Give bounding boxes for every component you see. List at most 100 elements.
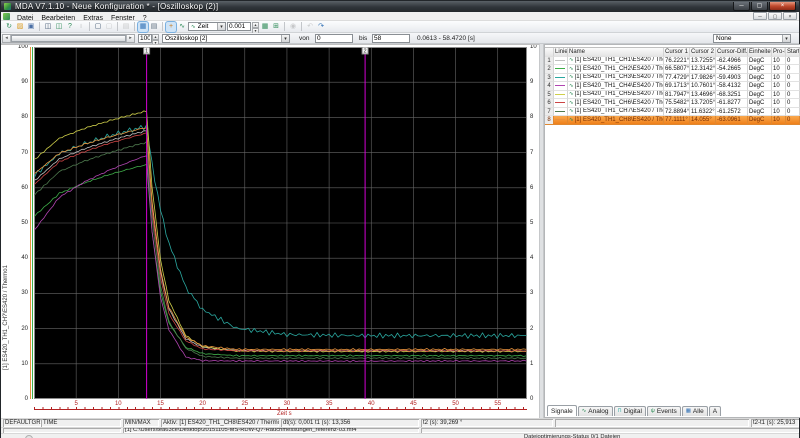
- line-style-cell[interactable]: [554, 57, 568, 66]
- zoom-spinner[interactable]: ▴▾: [152, 34, 159, 43]
- x-axis-combo[interactable]: ∿ Zeit ▾: [188, 22, 226, 31]
- line-style-cell[interactable]: [554, 116, 568, 125]
- table-row[interactable]: 6∿[1] ES420_TH1_CH6\ES420 / Thermo175.54…: [545, 99, 800, 108]
- scroll-right-icon[interactable]: ▸: [126, 35, 134, 42]
- line-color-sample: [555, 94, 565, 95]
- line-style-cell[interactable]: [554, 65, 568, 74]
- tab-signale[interactable]: Signale: [547, 405, 577, 416]
- column-header[interactable]: Startwert: [786, 48, 800, 57]
- bis-input[interactable]: [372, 34, 410, 43]
- unit-value: DegC: [748, 99, 772, 108]
- dropdown-arrow-icon[interactable]: ▾: [281, 35, 289, 42]
- signal-tabs: Signale∿Analog⊓DigitalψEvents▦AlleA: [547, 405, 721, 416]
- minimize-button[interactable]: ─: [733, 2, 750, 11]
- tab-analog[interactable]: ∿Analog: [578, 406, 613, 416]
- column-header[interactable]: Linie: [554, 48, 568, 57]
- tab-events[interactable]: ψEvents: [647, 406, 681, 416]
- signal-name-cell[interactable]: ∿[1] ES420_TH1_CH4\ES420 / Thermo1: [568, 82, 664, 91]
- column-header[interactable]: Pro-Div: [772, 48, 786, 57]
- snapshot-icon: ◉: [288, 22, 298, 32]
- x-tick: 40: [364, 401, 378, 407]
- step-spinner[interactable]: ▴▾: [252, 22, 259, 31]
- signal-name: [1] ES420_TH1_CH6\ES420 / Thermo1: [575, 99, 664, 107]
- line-style-cell[interactable]: [554, 91, 568, 100]
- column-header[interactable]: Name: [568, 48, 664, 57]
- oscilloscope-plot[interactable]: 12: [34, 47, 527, 399]
- step-input[interactable]: [227, 22, 251, 31]
- menu-item-fenster[interactable]: Fenster: [107, 15, 139, 22]
- menu-bar: DateiBearbeitenExtrasFenster? ─▢×: [1, 12, 799, 21]
- redo-icon[interactable]: ↷: [316, 22, 326, 32]
- column-header[interactable]: Cursor 2: [690, 48, 716, 57]
- zoom-input[interactable]: [138, 34, 152, 43]
- signal-name-cell[interactable]: ∿[1] ES420_TH1_CH3\ES420 / Thermo1: [568, 74, 664, 83]
- signal-name-cell[interactable]: ∿[1] ES420_TH1_CH7\ES420 / Thermo1: [568, 108, 664, 117]
- time-scrollbar[interactable]: ◂ ▸: [2, 34, 135, 43]
- y-tick-left: 100: [1, 44, 28, 50]
- mdi-window-buttons: ─▢×: [753, 12, 797, 20]
- cursor-mode-icon[interactable]: +: [166, 22, 176, 32]
- dropdown-arrow-icon[interactable]: ▾: [217, 23, 225, 30]
- view-selector-combo[interactable]: Oszilloskop [2] ▾: [162, 34, 290, 43]
- table-row[interactable]: 1∿[1] ES420_TH1_CH1\ES420 / Thermo176.22…: [545, 57, 800, 66]
- signal-name-cell[interactable]: ∿[1] ES420_TH1_CH8\ES420 / Thermo1: [568, 116, 664, 125]
- mdi-restore-button[interactable]: ▢: [768, 12, 782, 20]
- tab-alle[interactable]: ▦Alle: [682, 406, 708, 416]
- von-input[interactable]: [315, 34, 353, 43]
- line-style-cell[interactable]: [554, 108, 568, 117]
- line-style-cell[interactable]: [554, 74, 568, 83]
- signal-name-cell[interactable]: ∿[1] ES420_TH1_CH5\ES420 / Thermo1: [568, 91, 664, 100]
- row-number[interactable]: 8: [545, 116, 554, 125]
- signal-name-cell[interactable]: ∿[1] ES420_TH1_CH1\ES420 / Thermo1: [568, 57, 664, 66]
- table-row[interactable]: 8∿[1] ES420_TH1_CH8\ES420 / Thermo177.11…: [545, 116, 800, 125]
- column-header[interactable]: Einheiten: [748, 48, 772, 57]
- sync-view-icon[interactable]: ▦: [260, 22, 270, 32]
- y-tick-right: 10: [530, 44, 539, 50]
- row-number[interactable]: 5: [545, 91, 554, 100]
- menu-item-datei[interactable]: Datei: [13, 15, 37, 22]
- column-header[interactable]: [545, 48, 554, 57]
- table-row[interactable]: 2∿[1] ES420_TH1_CH2\ES420 / Thermo166.58…: [545, 65, 800, 74]
- scrollbar-thumb[interactable]: [11, 35, 126, 42]
- table-row[interactable]: 5∿[1] ES420_TH1_CH5\ES420 / Thermo181.79…: [545, 91, 800, 100]
- signal-icon: ∿: [569, 82, 574, 90]
- row-number[interactable]: 4: [545, 82, 554, 91]
- layout-grid-icon[interactable]: ⊞: [271, 22, 281, 32]
- prodiv-value: 10: [772, 82, 786, 91]
- menu-item-extras[interactable]: Extras: [79, 15, 107, 22]
- row-number[interactable]: 6: [545, 99, 554, 108]
- unit-value: DegC: [748, 91, 772, 100]
- bis-label: bis: [359, 35, 367, 42]
- column-header[interactable]: Cursor 1: [664, 48, 690, 57]
- mdi-minimize-button[interactable]: ─: [753, 12, 767, 20]
- menu-item-bearbeiten[interactable]: Bearbeiten: [37, 15, 79, 22]
- signal-name-cell[interactable]: ∿[1] ES420_TH1_CH2\ES420 / Thermo1: [568, 65, 664, 74]
- row-number[interactable]: 2: [545, 65, 554, 74]
- signal-icon: ∿: [569, 65, 574, 73]
- tab-a[interactable]: A: [709, 406, 721, 416]
- table-row[interactable]: 7∿[1] ES420_TH1_CH7\ES420 / Thermo172.88…: [545, 108, 800, 117]
- x-signal-icon[interactable]: ∿: [177, 22, 187, 32]
- row-number[interactable]: 3: [545, 74, 554, 83]
- menu-item-hilfe[interactable]: ?: [139, 15, 151, 22]
- unit-value: DegC: [748, 57, 772, 66]
- mdi-close-button[interactable]: ×: [783, 12, 797, 20]
- row-number[interactable]: 1: [545, 57, 554, 66]
- line-style-cell[interactable]: [554, 82, 568, 91]
- table-row[interactable]: 3∿[1] ES420_TH1_CH3\ES420 / Thermo177.47…: [545, 74, 800, 83]
- scrollbar-track[interactable]: [11, 35, 126, 42]
- signal-name: [1] ES420_TH1_CH3\ES420 / Thermo1: [575, 74, 664, 82]
- close-button[interactable]: ×: [769, 2, 796, 11]
- maximize-button[interactable]: ▢: [751, 2, 768, 11]
- line-style-cell[interactable]: [554, 99, 568, 108]
- y-tick-right: 8: [530, 114, 539, 120]
- y-tick-right: 9: [530, 79, 539, 85]
- tab-digital[interactable]: ⊓Digital: [614, 406, 646, 416]
- signal-name-cell[interactable]: ∿[1] ES420_TH1_CH6\ES420 / Thermo1: [568, 99, 664, 108]
- column-header[interactable]: Cursor-Diff.: [716, 48, 748, 57]
- table-row[interactable]: 4∿[1] ES420_TH1_CH4\ES420 / Thermo169.17…: [545, 82, 800, 91]
- row-number[interactable]: 7: [545, 108, 554, 117]
- dropdown-arrow-icon[interactable]: ▾: [782, 35, 790, 42]
- scroll-left-icon[interactable]: ◂: [3, 35, 11, 42]
- filter-combo[interactable]: None ▾: [713, 34, 791, 43]
